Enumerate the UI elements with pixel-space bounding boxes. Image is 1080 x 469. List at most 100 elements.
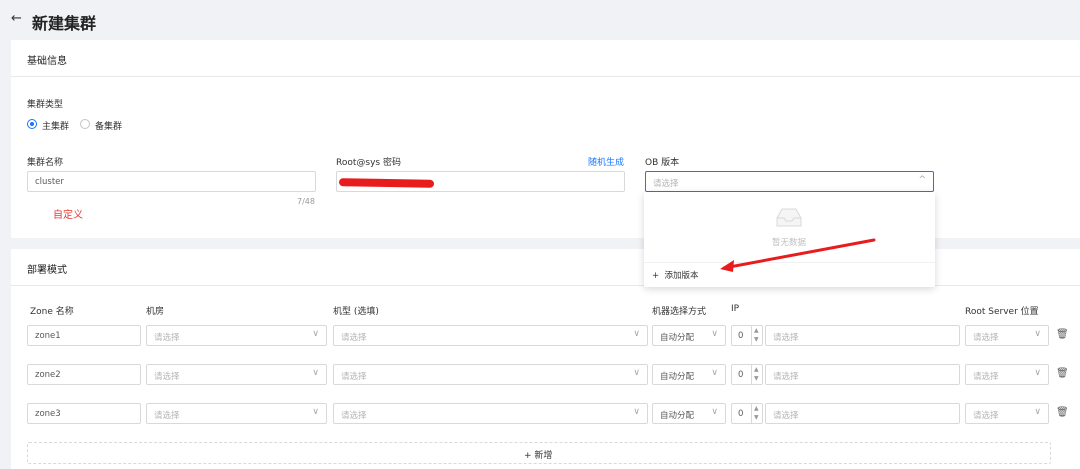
ip-placeholder: 请选择: [773, 411, 799, 421]
root-server-placeholder: 请选择: [973, 333, 999, 343]
root-server-select[interactable]: 请选择 ∨: [965, 364, 1049, 385]
room-placeholder: 请选择: [154, 372, 180, 382]
room-select[interactable]: 请选择 ∨: [146, 403, 327, 424]
chevron-down-icon: ∨: [633, 329, 640, 339]
root-password-label: Root@sys 密码: [336, 158, 401, 168]
custom-annotation: 自定义: [53, 210, 83, 221]
ip-placeholder: 请选择: [773, 333, 799, 343]
radio-standby-cluster[interactable]: [80, 119, 90, 129]
stepper-arrows[interactable]: ▲ ▼: [751, 326, 762, 345]
model-select[interactable]: 请选择 ∨: [333, 403, 648, 424]
stepper-down-icon[interactable]: ▼: [754, 375, 759, 382]
delete-row-icon[interactable]: 🗑: [1056, 407, 1069, 418]
col-header-zone: Zone 名称: [30, 307, 74, 317]
root-server-select[interactable]: 请选择 ∨: [965, 403, 1049, 424]
col-header-select-method: 机器选择方式: [652, 307, 707, 317]
ip-select[interactable]: 请选择: [765, 403, 960, 424]
select-method-value: 自动分配: [660, 372, 695, 382]
chevron-up-icon: ^: [918, 175, 926, 185]
ob-version-placeholder: 请选择: [653, 179, 679, 189]
zone-name-value: zone1: [35, 331, 61, 341]
deploy-mode-title: 部署模式: [27, 265, 67, 276]
cluster-name-input[interactable]: cluster: [27, 171, 316, 192]
cluster-name-label: 集群名称: [27, 158, 64, 168]
zone-name-value: zone2: [35, 370, 61, 380]
zone-name-value: zone3: [35, 409, 61, 419]
machine-count-stepper[interactable]: 0 ▲ ▼: [731, 325, 763, 346]
stepper-arrows[interactable]: ▲ ▼: [751, 404, 762, 423]
root-server-select[interactable]: 请选择 ∨: [965, 325, 1049, 346]
radio-standby-label: 备集群: [95, 122, 123, 132]
add-version-label: 添加版本: [664, 271, 699, 281]
select-method-select[interactable]: 自动分配 ∨: [652, 364, 726, 385]
chevron-down-icon: ∨: [312, 407, 319, 417]
room-placeholder: 请选择: [154, 411, 180, 421]
radio-primary-label: 主集群: [42, 122, 70, 132]
add-zone-text: 新增: [534, 451, 553, 461]
machine-count-value: 0: [738, 370, 744, 380]
delete-row-icon[interactable]: 🗑: [1056, 329, 1069, 340]
cluster-name-value: cluster: [35, 177, 64, 187]
plus-icon: +: [524, 451, 532, 461]
machine-count-value: 0: [738, 409, 744, 419]
col-header-ip: IP: [731, 304, 740, 314]
delete-row-icon[interactable]: 🗑: [1056, 368, 1069, 379]
zone-name-input[interactable]: zone3: [27, 403, 141, 424]
chevron-down-icon: ∨: [711, 368, 718, 378]
room-select[interactable]: 请选择 ∨: [146, 325, 327, 346]
annotation-arrow-icon: [720, 238, 876, 272]
ip-select[interactable]: 请选择: [765, 325, 960, 346]
chevron-down-icon: ∨: [633, 368, 640, 378]
ip-placeholder: 请选择: [773, 372, 799, 382]
page-header: ← 新建集群: [0, 0, 1080, 40]
ip-select[interactable]: 请选择: [765, 364, 960, 385]
add-zone-label: + 新增: [524, 448, 552, 461]
root-server-placeholder: 请选择: [973, 372, 999, 382]
add-zone-button[interactable]: + 新增: [27, 442, 1051, 464]
ob-version-select[interactable]: 请选择 ^: [645, 171, 934, 192]
zone-name-input[interactable]: zone2: [27, 364, 141, 385]
col-header-model: 机型 (选填): [333, 307, 379, 317]
select-method-select[interactable]: 自动分配 ∨: [652, 325, 726, 346]
machine-count-stepper[interactable]: 0 ▲ ▼: [731, 364, 763, 385]
plus-icon: +: [652, 271, 660, 281]
model-select[interactable]: 请选择 ∨: [333, 325, 648, 346]
select-method-value: 自动分配: [660, 411, 695, 421]
model-placeholder: 请选择: [341, 333, 367, 343]
room-select[interactable]: 请选择 ∨: [146, 364, 327, 385]
chevron-down-icon: ∨: [312, 329, 319, 339]
ob-version-label: OB 版本: [645, 158, 680, 168]
root-server-placeholder: 请选择: [973, 411, 999, 421]
chevron-down-icon: ∨: [633, 407, 640, 417]
chevron-down-icon: ∨: [1034, 407, 1041, 417]
zone-name-input[interactable]: zone1: [27, 325, 141, 346]
stepper-down-icon[interactable]: ▼: [754, 336, 759, 343]
stepper-up-icon[interactable]: ▲: [754, 405, 759, 412]
cluster-type-label: 集群类型: [27, 100, 64, 110]
add-version-button[interactable]: + 添加版本: [652, 269, 699, 281]
random-generate-link[interactable]: 随机生成: [588, 155, 624, 168]
stepper-arrows[interactable]: ▲ ▼: [751, 365, 762, 384]
machine-count-value: 0: [738, 331, 744, 341]
select-method-value: 自动分配: [660, 333, 695, 343]
back-arrow-icon[interactable]: ←: [11, 11, 22, 26]
chevron-down-icon: ∨: [711, 329, 718, 339]
empty-inbox-icon: [776, 208, 802, 227]
cluster-name-count: 7/48: [297, 197, 315, 206]
chevron-down-icon: ∨: [711, 407, 718, 417]
stepper-up-icon[interactable]: ▲: [754, 327, 759, 334]
col-header-root-server: Root Server 位置: [965, 307, 1039, 317]
stepper-up-icon[interactable]: ▲: [754, 366, 759, 373]
model-placeholder: 请选择: [341, 411, 367, 421]
card-divider: [11, 76, 1080, 77]
stepper-down-icon[interactable]: ▼: [754, 414, 759, 421]
redaction-scribble: [338, 178, 435, 188]
select-method-select[interactable]: 自动分配 ∨: [652, 403, 726, 424]
root-password-input[interactable]: [336, 171, 625, 192]
page-title: 新建集群: [32, 14, 97, 33]
room-placeholder: 请选择: [154, 333, 180, 343]
machine-count-stepper[interactable]: 0 ▲ ▼: [731, 403, 763, 424]
chevron-down-icon: ∨: [312, 368, 319, 378]
model-select[interactable]: 请选择 ∨: [333, 364, 648, 385]
radio-primary-cluster[interactable]: [27, 119, 37, 129]
